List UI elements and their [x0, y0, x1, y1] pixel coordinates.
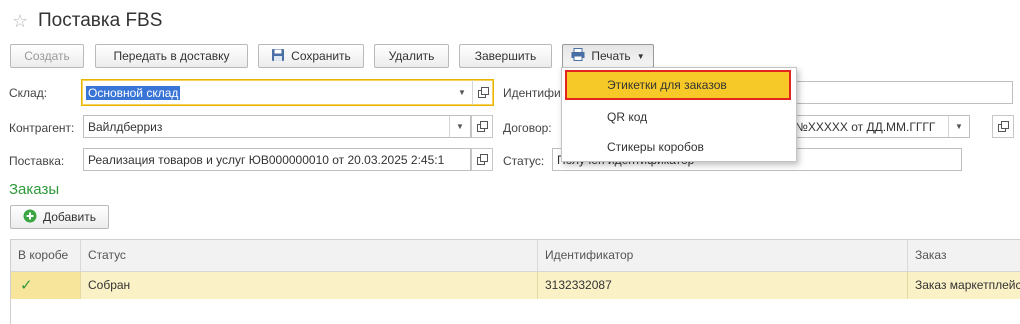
transfer-to-delivery-button[interactable]: Передать в доставку — [95, 44, 248, 68]
open-form-icon — [997, 121, 1009, 132]
counterparty-dropdown-icon[interactable]: ▼ — [449, 116, 470, 137]
contract-open-button[interactable] — [992, 115, 1014, 138]
star-icon[interactable]: ☆ — [12, 12, 32, 30]
create-button[interactable]: Создать — [10, 44, 84, 68]
supply-open-button[interactable] — [471, 148, 493, 171]
finish-button[interactable]: Завершить — [459, 44, 552, 68]
warehouse-dropdown-icon[interactable]: ▼ — [452, 80, 472, 105]
counterparty-field[interactable]: Вайлдберриз ▼ — [83, 115, 471, 138]
save-button[interactable]: Сохранить — [258, 44, 364, 68]
warehouse-value-wrap: Основной склад — [82, 85, 452, 100]
save-button-label: Сохранить — [291, 49, 351, 63]
warehouse-label: Склад: — [9, 86, 48, 100]
transfer-button-label: Передать в доставку — [113, 49, 230, 63]
column-identifier[interactable]: Идентификатор — [538, 240, 908, 271]
printer-icon — [571, 48, 585, 64]
floppy-disk-icon — [271, 48, 285, 65]
identifier-field[interactable] — [796, 81, 1013, 104]
warehouse-open-icon[interactable] — [472, 80, 493, 105]
column-order[interactable]: Заказ — [908, 240, 1020, 271]
add-button-label: Добавить — [42, 210, 97, 224]
status-label: Статус: — [503, 154, 545, 168]
counterparty-value: Вайлдберриз — [88, 119, 163, 134]
delete-button-label: Удалить — [388, 49, 435, 63]
identifier-label: Идентифи — [503, 86, 561, 100]
row-identifier: 3132332087 — [538, 272, 908, 299]
table-header: В коробе Статус Идентификатор Заказ — [11, 240, 1020, 272]
finish-button-label: Завершить — [474, 49, 537, 63]
menu-item-qr-code[interactable]: QR код — [562, 102, 796, 132]
print-button[interactable]: Печать ▼ — [562, 44, 654, 68]
menu-item-box-stickers[interactable]: Стикеры коробов — [562, 132, 796, 162]
warehouse-field[interactable]: Основной склад ▼ — [81, 79, 494, 106]
supply-label: Поставка: — [9, 154, 65, 168]
contract-value: №XXXXX от ДД.ММ.ГГГГ — [795, 119, 936, 134]
table-row[interactable]: ✓ Собран 3132332087 Заказ маркетплейса — [11, 272, 1020, 299]
row-order: Заказ маркетплейса — [915, 278, 1020, 292]
open-form-icon — [476, 121, 488, 132]
delete-button[interactable]: Удалить — [374, 44, 449, 68]
menu-item-order-labels[interactable]: Этикетки для заказов — [565, 70, 791, 100]
dropdown-arrow-icon: ▼ — [636, 51, 645, 61]
print-dropdown-menu: Этикетки для заказов QR код Стикеры коро… — [561, 67, 797, 162]
create-button-label: Создать — [24, 49, 70, 63]
row-status: Собран — [81, 272, 538, 299]
add-circle-icon — [23, 209, 37, 226]
in-box-check-icon[interactable]: ✓ — [11, 272, 81, 299]
warehouse-value: Основной склад — [86, 85, 181, 100]
print-button-label: Печать — [591, 49, 631, 63]
title-row: ☆ Поставка FBS — [12, 8, 162, 34]
contract-dropdown-icon[interactable]: ▼ — [948, 116, 969, 137]
orders-table: В коробе Статус Идентификатор Заказ ✓ Со… — [10, 239, 1020, 324]
page-title: Поставка FBS — [38, 10, 163, 31]
column-status[interactable]: Статус — [81, 240, 538, 271]
counterparty-open-button[interactable] — [471, 115, 493, 138]
counterparty-label: Контрагент: — [9, 121, 75, 135]
column-in-box[interactable]: В коробе — [11, 240, 81, 271]
orders-section-title: Заказы — [9, 181, 60, 198]
contract-field[interactable]: №XXXXX от ДД.ММ.ГГГГ ▼ — [790, 115, 970, 138]
supply-value: Реализация товаров и услуг ЮВ000000010 о… — [88, 152, 445, 167]
open-form-icon — [476, 154, 488, 165]
add-order-button[interactable]: Добавить — [10, 205, 109, 229]
supply-field[interactable]: Реализация товаров и услуг ЮВ000000010 о… — [83, 148, 471, 171]
contract-label: Договор: — [503, 121, 552, 135]
